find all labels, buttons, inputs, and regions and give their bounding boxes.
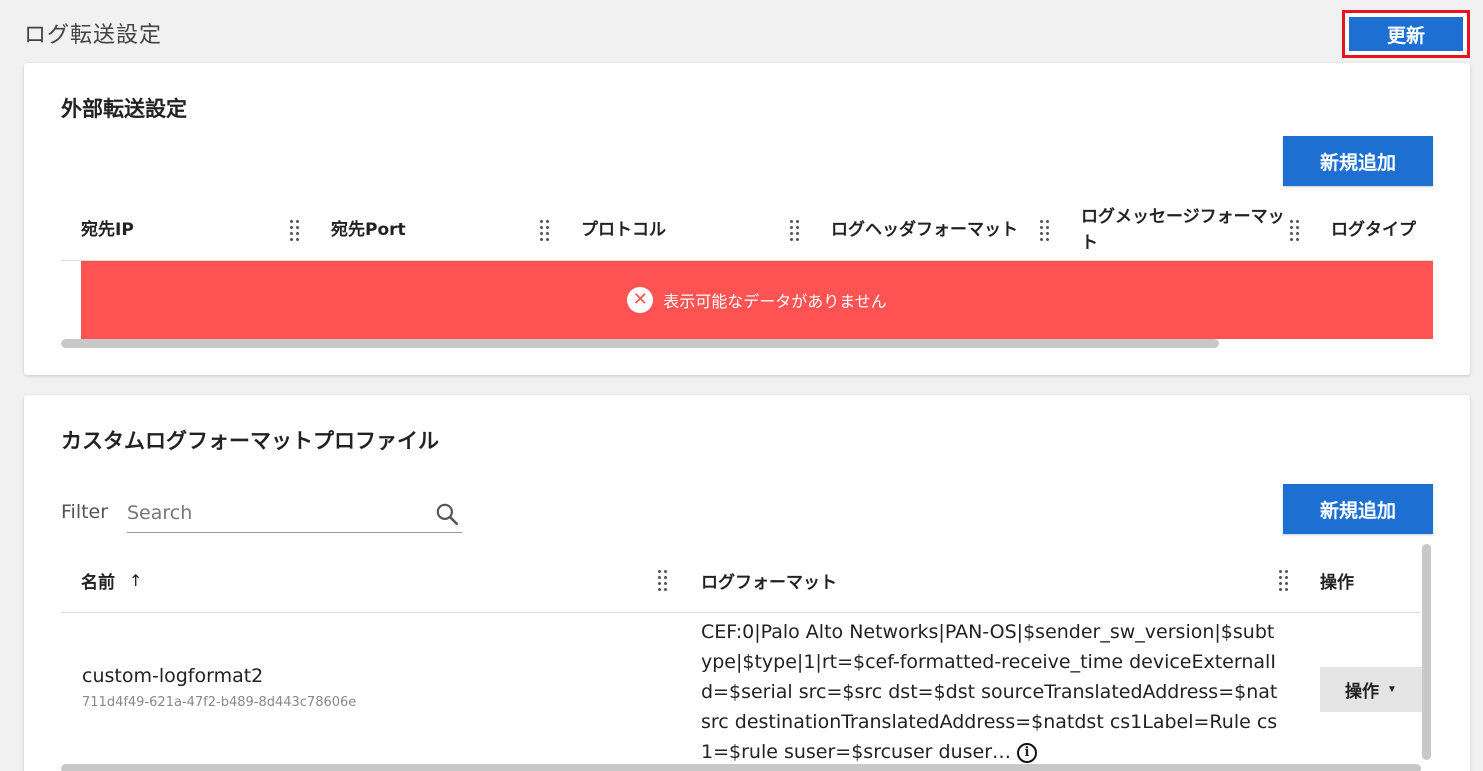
vertical-scrollbar[interactable] (1422, 544, 1432, 760)
column-header-actions: 操作 (1320, 573, 1354, 593)
horizontal-scrollbar[interactable] (61, 339, 1433, 349)
log-format-cell: CEF:0|Palo Alto Networks|PAN-OS|$sender_… (701, 617, 1281, 767)
empty-state-message: 表示可能なデータがありません (663, 292, 887, 311)
column-header-log-type[interactable]: ログタイプ (1331, 199, 1441, 261)
column-resize-handle[interactable] (1040, 215, 1052, 245)
add-forwarding-button[interactable]: 新規追加 (1283, 136, 1433, 186)
log-format-text: CEF:0|Palo Alto Networks|PAN-OS|$sender_… (701, 621, 1278, 763)
search-icon[interactable] (434, 501, 460, 527)
page-title: ログ転送設定 (24, 23, 163, 48)
sort-ascending-icon[interactable]: ↑ (129, 571, 142, 590)
update-button[interactable]: 更新 (1349, 17, 1463, 51)
empty-state-banner: ✕ 表示可能なデータがありません (81, 261, 1433, 339)
column-header-name[interactable]: 名前 ↑ (81, 548, 142, 613)
profile-table-header: 名前 ↑ ログフォーマット 操作 (61, 548, 1421, 613)
column-header-dest-ip[interactable]: 宛先IP (81, 199, 271, 261)
caret-down-icon: ▼ (1387, 684, 1397, 695)
column-resize-handle[interactable] (290, 215, 302, 245)
external-forwarding-title: 外部転送設定 (61, 97, 187, 121)
custom-profile-card: カスタムログフォーマットプロファイル Filter 新規追加 名前 ↑ ログフォ… (24, 395, 1470, 771)
add-profile-button[interactable]: 新規追加 (1283, 484, 1433, 534)
column-resize-handle[interactable] (658, 565, 670, 595)
column-resize-handle[interactable] (540, 215, 552, 245)
column-header-dest-port[interactable]: 宛先Port (331, 199, 521, 261)
filter-label: Filter (61, 501, 109, 523)
profile-id: 711d4f49-621a-47f2-b489-8d443c78606e (82, 695, 357, 710)
external-forwarding-card: 外部転送設定 新規追加 宛先IP 宛先Port プロトコル ログヘッダフォーマッ… (24, 63, 1470, 375)
column-header-log-message-format[interactable]: ログメッセージフォーマット (1081, 199, 1293, 261)
column-resize-handle[interactable] (1290, 215, 1302, 245)
search-box (127, 495, 462, 533)
column-resize-handle[interactable] (790, 215, 802, 245)
update-button-highlight: 更新 (1342, 10, 1470, 58)
column-header-log-header-format[interactable]: ログヘッダフォーマット (831, 199, 1036, 261)
horizontal-scrollbar[interactable] (61, 764, 1421, 771)
custom-profile-title: カスタムログフォーマットプロファイル (61, 429, 439, 453)
search-input[interactable] (127, 495, 422, 531)
profile-name[interactable]: custom-logformat2 (82, 665, 263, 687)
info-icon[interactable]: i (1017, 742, 1038, 763)
column-resize-handle[interactable] (1279, 565, 1291, 595)
forwarding-table-header: 宛先IP 宛先Port プロトコル ログヘッダフォーマット ログメッセージフォー… (61, 199, 1433, 261)
row-actions-dropdown[interactable]: 操作 ▼ (1320, 667, 1422, 712)
error-circle-icon: ✕ (627, 287, 654, 313)
column-header-log-format[interactable]: ログフォーマット (701, 548, 837, 613)
column-header-protocol[interactable]: プロトコル (581, 199, 771, 261)
table-row: custom-logformat2 711d4f49-621a-47f2-b48… (61, 613, 1422, 763)
row-actions-label: 操作 (1345, 682, 1380, 701)
